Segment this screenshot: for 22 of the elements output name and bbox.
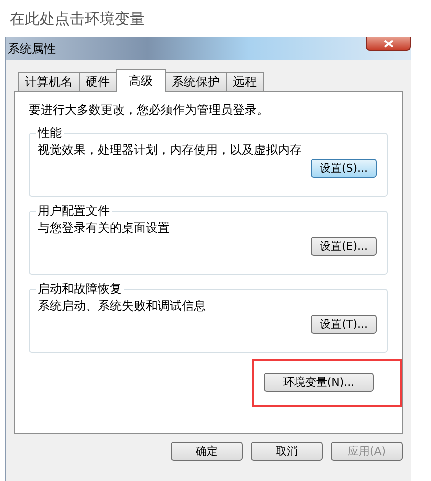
group-title: 启动和故障恢复	[37, 281, 123, 298]
settings-button[interactable]: 设置(S)...	[310, 159, 377, 178]
close-button[interactable]	[366, 37, 411, 51]
settings-button[interactable]: 设置(E)...	[310, 237, 377, 256]
admin-notice: 要进行大多数更改，您必须作为管理员登录。	[29, 102, 270, 119]
environment-variables-button[interactable]: 环境变量(N)...	[264, 373, 374, 392]
window-title: 系统属性	[7, 41, 56, 58]
group-title: 性能	[36, 125, 63, 142]
instruction-text: 在此处点击环境变量	[9, 9, 146, 30]
tab[interactable]: 系统保护	[165, 72, 227, 91]
tab[interactable]: 计算机名	[18, 72, 80, 91]
tab[interactable]: 硬件	[79, 72, 117, 91]
dialog-button[interactable]: 取消	[251, 442, 323, 461]
group-description: 系统启动、系统失败和调试信息	[38, 298, 207, 315]
group-description: 与您登录有关的桌面设置	[38, 220, 171, 237]
close-icon	[384, 40, 394, 48]
group-title: 用户配置文件	[37, 203, 111, 220]
dialog-button[interactable]: 确定	[171, 442, 243, 461]
tab[interactable]: 远程	[226, 72, 264, 91]
tab[interactable]: 高级	[116, 69, 166, 92]
group-description: 视觉效果，处理器计划，内存使用，以及虚拟内存	[38, 142, 303, 159]
settings-button[interactable]: 设置(T)...	[311, 315, 377, 334]
